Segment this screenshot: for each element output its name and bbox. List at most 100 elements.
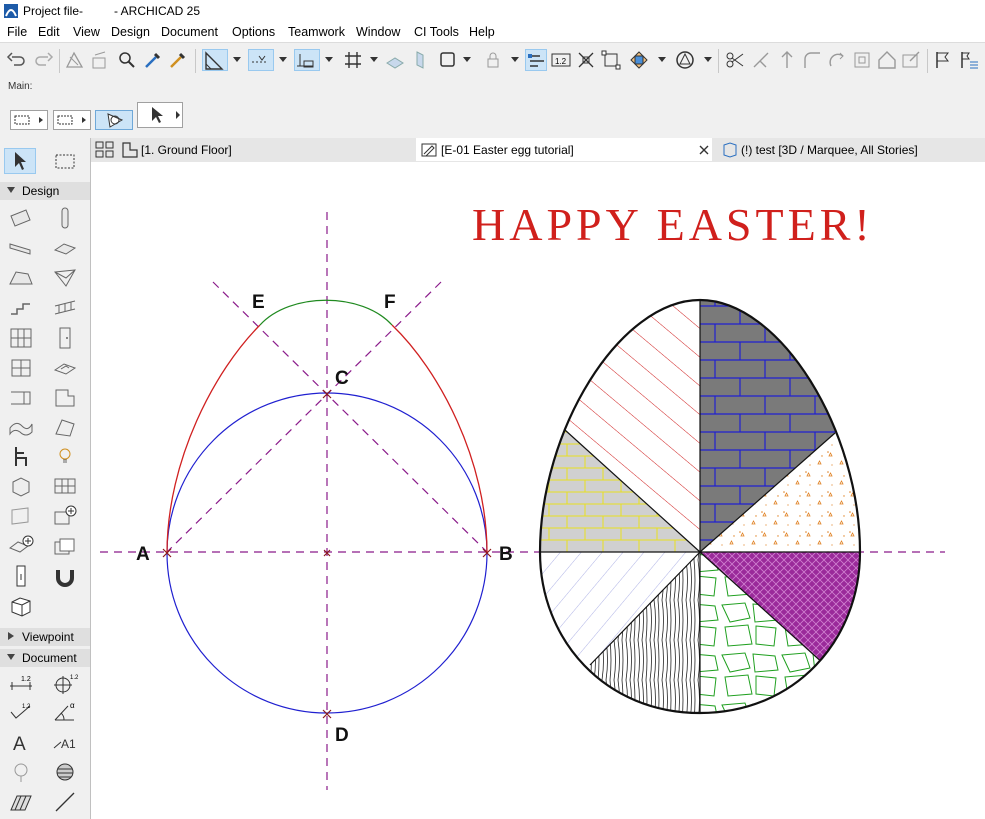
- railing-tool[interactable]: [52, 296, 78, 320]
- dimension-button[interactable]: 1.2: [550, 49, 572, 71]
- dimension-tool[interactable]: 1.2: [8, 672, 34, 696]
- explode-button[interactable]: [575, 49, 597, 71]
- roof-tool[interactable]: [8, 266, 34, 290]
- menu-document[interactable]: Document: [161, 25, 218, 39]
- split-button[interactable]: [724, 49, 746, 71]
- cube-tool[interactable]: [8, 594, 34, 618]
- window-tool[interactable]: [8, 356, 34, 380]
- add-element-tool[interactable]: [52, 504, 78, 528]
- level-dimension-tool[interactable]: 1.2: [8, 700, 34, 724]
- layer-button[interactable]: [384, 49, 406, 71]
- corner-window-tool[interactable]: [52, 386, 78, 410]
- fillet-button[interactable]: [801, 49, 823, 71]
- shell-tool[interactable]: [52, 266, 78, 290]
- beam-add-tool[interactable]: [52, 534, 78, 558]
- eyedropper-button[interactable]: [142, 49, 164, 71]
- hatch-tool[interactable]: [8, 790, 34, 814]
- issues-button[interactable]: [958, 49, 980, 71]
- menu-window[interactable]: Window: [356, 25, 400, 39]
- grid-snap-dropdown[interactable]: [370, 57, 378, 62]
- syringe-button[interactable]: [167, 49, 189, 71]
- snap-points-dropdown[interactable]: [325, 57, 333, 62]
- menu-help[interactable]: Help: [469, 25, 495, 39]
- door-tool[interactable]: [52, 326, 78, 350]
- arrow-tool[interactable]: [4, 148, 36, 174]
- object-tool[interactable]: [8, 444, 34, 468]
- morph-tool[interactable]: [52, 416, 78, 440]
- grid-snap-button[interactable]: [342, 49, 364, 71]
- mesh-tool[interactable]: [8, 416, 34, 440]
- wall-end-tool[interactable]: [8, 386, 34, 410]
- section-fill-tool[interactable]: [52, 760, 78, 784]
- marquee-thin-button[interactable]: [10, 110, 48, 130]
- curtain-wall-tool[interactable]: [8, 326, 34, 350]
- tab-navigator-button[interactable]: [91, 138, 116, 161]
- zone-tool[interactable]: [8, 474, 34, 498]
- angle-dimension-tool[interactable]: α: [52, 700, 78, 724]
- offset-button[interactable]: [600, 49, 622, 71]
- view-mode-button[interactable]: [437, 49, 459, 71]
- lamp-tool[interactable]: [52, 444, 78, 468]
- redo-button[interactable]: [32, 49, 54, 71]
- menu-view[interactable]: View: [73, 25, 100, 39]
- drag-button[interactable]: [776, 49, 798, 71]
- magnet-tool[interactable]: [52, 564, 78, 588]
- close-tab-icon[interactable]: [699, 145, 709, 155]
- label-tool[interactable]: A1: [52, 730, 78, 754]
- publish-button[interactable]: [900, 49, 922, 71]
- view-mode-dropdown[interactable]: [463, 57, 471, 62]
- grid-tool[interactable]: [52, 474, 78, 498]
- menu-design[interactable]: Design: [111, 25, 150, 39]
- layout-button[interactable]: [90, 49, 112, 71]
- suspend-groups-button[interactable]: [525, 49, 547, 71]
- tab-easter-egg-tutorial[interactable]: [E-01 Easter egg tutorial]: [416, 138, 712, 161]
- render-button[interactable]: [674, 49, 696, 71]
- skylight-tool[interactable]: [52, 356, 78, 380]
- beam-tool[interactable]: [8, 236, 34, 260]
- menu-edit[interactable]: Edit: [38, 25, 60, 39]
- column-tool[interactable]: [52, 206, 78, 230]
- column-add-tool[interactable]: [8, 564, 34, 588]
- stair-tool[interactable]: [8, 296, 34, 320]
- opening-tool[interactable]: [8, 504, 34, 528]
- menu-ci-tools[interactable]: CI Tools: [414, 25, 459, 39]
- render-dropdown[interactable]: [704, 57, 712, 62]
- snap-guides-button[interactable]: [248, 49, 274, 71]
- tab-ground-floor[interactable]: [1. Ground Floor]: [118, 138, 414, 161]
- transform-button[interactable]: [628, 49, 650, 71]
- find-select-button[interactable]: [116, 49, 138, 71]
- trace-button[interactable]: [64, 49, 86, 71]
- slab-tool[interactable]: [52, 236, 78, 260]
- marquee-tool[interactable]: [52, 150, 78, 174]
- marquee-slanted-button[interactable]: [53, 110, 91, 130]
- slab-add-tool[interactable]: [8, 534, 34, 558]
- document-group-header[interactable]: Document: [0, 649, 90, 667]
- rotate-marquee-button[interactable]: [95, 110, 133, 130]
- rotate-button[interactable]: [826, 49, 848, 71]
- guide-lines-button[interactable]: [202, 49, 228, 71]
- undo-button[interactable]: [6, 49, 28, 71]
- plane-button[interactable]: [409, 49, 431, 71]
- menu-options[interactable]: Options: [232, 25, 275, 39]
- menu-teamwork[interactable]: Teamwork: [288, 25, 345, 39]
- design-group-header[interactable]: Design: [0, 182, 90, 200]
- fill-tool[interactable]: [8, 760, 34, 784]
- guide-lines-dropdown[interactable]: [233, 57, 241, 62]
- line-tool[interactable]: [52, 790, 78, 814]
- transform-dropdown[interactable]: [658, 57, 666, 62]
- home-button[interactable]: [876, 49, 898, 71]
- adjust-button[interactable]: [750, 49, 772, 71]
- menu-file[interactable]: File: [7, 25, 27, 39]
- pointer-mode-button[interactable]: [137, 102, 183, 128]
- snap-guides-dropdown[interactable]: [279, 57, 287, 62]
- lock-button[interactable]: [482, 49, 504, 71]
- wall-tool[interactable]: [8, 206, 34, 230]
- drawing-canvas[interactable]: HAPPY EASTER! A B C D E F: [91, 162, 985, 819]
- lock-dropdown[interactable]: [511, 57, 519, 62]
- flag-button[interactable]: [932, 49, 954, 71]
- tab-3d-marquee[interactable]: (!) test [3D / Marquee, All Stories]: [718, 138, 985, 161]
- text-tool[interactable]: A: [8, 730, 34, 755]
- radial-dimension-tool[interactable]: 1.2: [52, 672, 79, 696]
- resize-button[interactable]: [851, 49, 873, 71]
- snap-points-button[interactable]: [294, 49, 320, 71]
